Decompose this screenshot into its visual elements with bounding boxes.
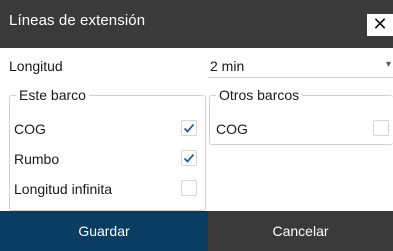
other-boats-legend: Otros barcos — [216, 87, 303, 103]
other-boats-cog-label: COG — [216, 121, 248, 137]
this-boat-cog-row[interactable]: COG — [14, 117, 204, 141]
close-icon[interactable]: ✕ — [367, 14, 393, 36]
length-value: 2 min — [210, 58, 245, 74]
this-boat-heading-checkbox[interactable] — [181, 150, 197, 166]
this-boat-cog-checkbox[interactable] — [181, 120, 197, 136]
checkmark-icon — [183, 123, 195, 133]
other-boats-group: Otros barcos COG — [209, 87, 393, 145]
this-boat-cog-label: COG — [14, 121, 46, 137]
this-boat-infinite-length-label: Longitud infinita — [14, 181, 113, 197]
this-boat-infinite-length-checkbox[interactable] — [181, 180, 197, 196]
length-label: Longitud — [9, 58, 63, 74]
dialog-titlebar: Líneas de extensión ✕ — [0, 0, 393, 48]
this-boat-legend: Este barco — [16, 87, 89, 103]
dialog-title: Líneas de extensión — [9, 12, 146, 29]
length-select[interactable]: 2 min ▾ — [208, 54, 393, 78]
this-boat-infinite-length-row[interactable]: Longitud infinita — [14, 177, 204, 201]
save-button[interactable]: Guardar — [0, 211, 208, 251]
chevron-down-icon: ▾ — [385, 59, 391, 70]
checkmark-icon — [183, 153, 195, 163]
cancel-button[interactable]: Cancelar — [208, 211, 393, 251]
dialog-footer: Guardar Cancelar — [0, 211, 393, 251]
this-boat-heading-row[interactable]: Rumbo — [14, 147, 204, 171]
length-row: Longitud 2 min ▾ — [0, 54, 393, 78]
this-boat-heading-label: Rumbo — [14, 151, 60, 167]
this-boat-group: Este barco COG Rumbo Longitud infinita — [9, 87, 206, 211]
other-boats-cog-checkbox[interactable] — [373, 120, 389, 136]
other-boats-cog-row[interactable]: COG — [216, 117, 393, 141]
